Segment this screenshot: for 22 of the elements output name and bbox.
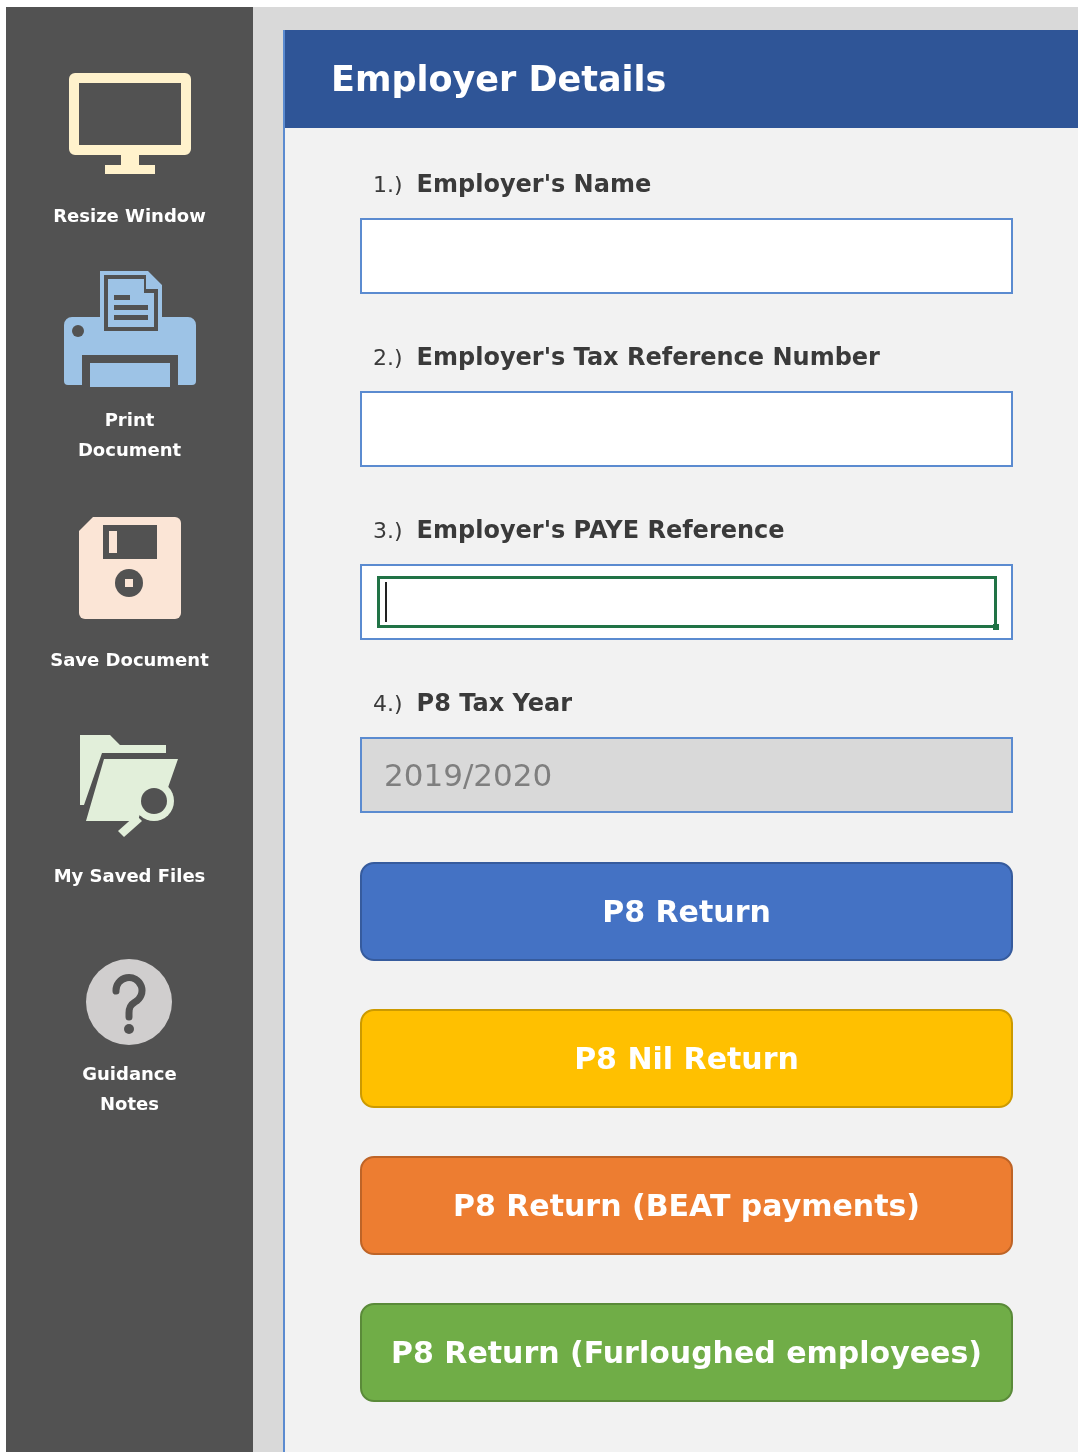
field-label: Employer's Name [416, 170, 652, 198]
text-cursor [385, 582, 387, 622]
field-number: 2.) [373, 345, 403, 370]
sidebar-button[interactable]: Save Document [50, 517, 209, 675]
sidebar-button[interactable]: My Saved Files [53, 733, 206, 891]
input-field[interactable] [360, 391, 1013, 467]
field-label: P8 Tax Year [416, 689, 572, 717]
sidebar-button[interactable]: Resize Window [53, 73, 206, 231]
sidebar-button[interactable]: Print Document [63, 271, 196, 465]
field-number: 4.) [373, 691, 403, 716]
field-label: Employer's PAYE Reference [416, 516, 785, 544]
input-field[interactable] [360, 564, 1013, 640]
help-icon [86, 959, 173, 1045]
panel-title: Employer Details [331, 59, 667, 99]
field-number: 1.) [373, 172, 403, 197]
action-button[interactable]: P8 Return [360, 862, 1013, 961]
sidebar-button[interactable]: Guidance Notes [82, 959, 177, 1119]
input-field[interactable] [360, 218, 1013, 294]
monitor-icon [68, 73, 191, 177]
field-number: 3.) [373, 518, 403, 543]
field-label: Employer's Tax Reference Number [416, 343, 880, 371]
printer-icon [63, 271, 196, 389]
